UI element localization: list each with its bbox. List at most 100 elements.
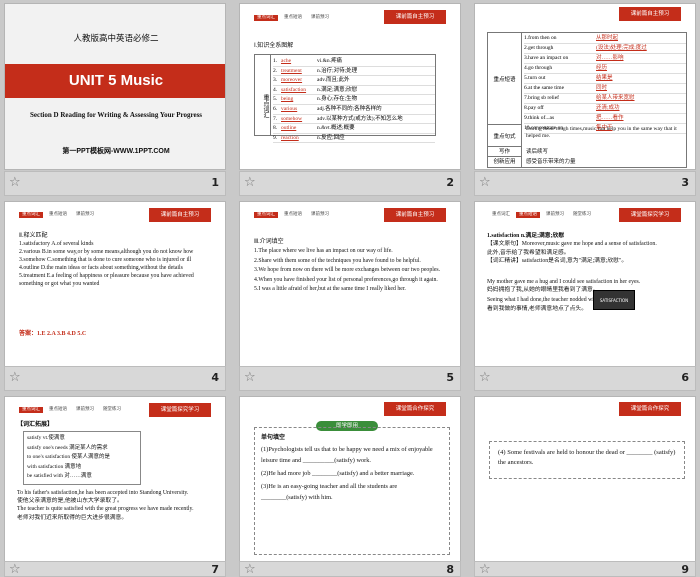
star-icon[interactable]: ☆ — [9, 562, 21, 577]
expansion-item: to one's satisfaction 使某人满意的是 — [27, 454, 111, 460]
phrase-en: 5.turn out — [524, 75, 546, 81]
tab-item: 重点词汇 — [492, 212, 510, 217]
explanation-line: 此外,音乐给了我希望和满足感。 — [487, 249, 570, 256]
vocab-num: 6. — [273, 105, 278, 112]
star-icon[interactable]: ☆ — [479, 175, 491, 190]
vocab-word: being — [281, 96, 294, 103]
phrase-row: 8.pay off 还清;成功 — [524, 104, 686, 114]
star-icon[interactable]: ☆ — [244, 562, 256, 577]
phrase-row: 1.from then on 从那时起 — [524, 34, 686, 44]
phrase-cn: 把……看作 — [596, 115, 624, 121]
slide-1-bar: ☆ 1 — [4, 171, 226, 196]
slide-3-left2: 重点句式 — [488, 125, 522, 147]
expansion-item: be satisfied with 对……满意 — [27, 473, 92, 479]
tab-item: 课前预习 — [311, 15, 329, 20]
explanation-line: My mother gave me a hug and I could see … — [487, 278, 641, 285]
tab-item: 重点词汇 — [19, 407, 43, 413]
blank-item: 3.We hope from now on there will be more… — [254, 267, 441, 273]
match-item: 3.somehow C.something that is done to cu… — [19, 257, 192, 263]
slide-number: 8 — [446, 563, 454, 576]
slide-4-items: 1.satisfactory A.of several kinds 2.vario… — [19, 240, 219, 288]
tab-item: 重点短语 — [516, 212, 540, 218]
slide-2-rows: 1. ache vi.&n.疼痛 2. treatment n.治疗;对待;处理 3. mor… — [273, 57, 435, 144]
slide-tabs: 重点词汇 重点短语 课前预习 随堂练习 — [489, 212, 594, 218]
vocab-word: ache — [281, 58, 292, 64]
slide-3-thumbnail[interactable]: 课前篇自主预习 重点短语 1.from then on 从那时起 2.get thr… — [474, 3, 696, 170]
exercise-item: (2)He had more job ________(satisfy) and… — [261, 470, 415, 478]
slide-9-box: (4) Some festivals are held to honour th… — [489, 441, 685, 479]
explanation-line: 【课文原句】Moreover,music gave me hope and a … — [487, 241, 657, 248]
slide-3-apply: 感受音乐带来的力量 — [526, 159, 576, 165]
tab-item: 重点短语 — [284, 212, 302, 217]
star-icon[interactable]: ☆ — [479, 370, 491, 385]
slide-7-thumbnail[interactable]: 重点词汇 重点短语 课前预习 随堂练习 课堂篇探究学习 【词汇拓展】 satisfy … — [4, 396, 226, 563]
star-icon[interactable]: ☆ — [9, 370, 21, 385]
slide-1-unit-title: UNIT 5 Music — [68, 72, 164, 89]
vocab-word: outline — [281, 125, 297, 132]
tab-item: 重点短语 — [49, 407, 67, 412]
slide-2-bar: ☆ 2 — [239, 171, 461, 196]
slide-2-word-table: 重点词汇 1. ache vi.&n.疼痛 2. treatment n.治疗;对待;处理… — [254, 54, 436, 144]
header-tag: 课堂篇合作探究 — [619, 402, 681, 416]
slide-4-title: Ⅱ.释义匹配 — [19, 233, 48, 239]
vocab-num: 2. — [273, 67, 278, 74]
star-icon[interactable]: ☆ — [9, 175, 21, 190]
tab-item: 重点短语 — [49, 212, 67, 217]
vocab-meaning: adj.各种不同的;各种各样的 — [317, 105, 382, 112]
header-tag: 课堂篇合作探究 — [384, 402, 446, 416]
vocab-row: 2. treatment n.治疗;对待;处理 — [273, 67, 435, 77]
slide-1-thumbnail[interactable]: 人教版高中英语必修二 UNIT 5 Music Section D Readin… — [4, 3, 226, 170]
phrase-cn: 同时 — [596, 85, 608, 91]
slide-tabs: 重点词汇 重点短语 课前预习 — [19, 212, 97, 218]
slide-3-bar: ☆ 3 — [474, 171, 696, 196]
slide-number: 1 — [211, 176, 219, 189]
slide-7-box: satisfy vt.使满意 satisfy one's needs 满足某人的需… — [23, 431, 141, 485]
match-item: 2.various B.in some way,or by some means… — [19, 249, 194, 255]
vocab-row: 1. ache vi.&n.疼痛 — [273, 57, 435, 67]
vocab-row: 5. being n.身心;存在;生物 — [273, 95, 435, 105]
phrase-row: 6.at the same time 同时 — [524, 84, 686, 94]
vocab-row: 8. outline n.&vt.概述;概要 — [273, 124, 435, 134]
explanation-line: 【词汇精讲】satisfaction是名词,意为"满足;满意;欣慰"。 — [487, 258, 628, 265]
phrase-en: 8.pay off — [524, 105, 544, 111]
slide-8-bar: ☆ 8 — [239, 561, 461, 577]
phrase-en: 1.from then on — [524, 35, 557, 41]
vocab-row: 3. moreover adv.而且;此外 — [273, 76, 435, 86]
slide-3-table: 重点短语 1.from then on 从那时起 2.get through (设法)… — [487, 32, 687, 168]
slide-8-thumbnail[interactable]: 课堂篇合作探究 即学即用 单句填空 (1)Psychologists tell … — [239, 396, 461, 563]
star-icon[interactable]: ☆ — [479, 562, 491, 577]
tab-item: 重点词汇 — [254, 212, 278, 218]
slide-6-bar: ☆ 6 — [474, 366, 696, 391]
example-line: To his father's satisfaction,he has been… — [17, 490, 189, 496]
vocab-meaning: vi.&n.疼痛 — [317, 58, 343, 64]
slide-6-thumbnail[interactable]: 重点词汇 重点短语 课前预习 随堂练习 课堂篇探究学习 1.satisfaction … — [474, 201, 696, 368]
slide-7-bar: ☆ 7 — [4, 561, 226, 577]
vocab-num: 9. — [273, 134, 278, 141]
vocab-meaning: n.反应;回应 — [317, 134, 345, 141]
vocab-word: reaction — [281, 134, 299, 141]
slide-1-subtitle: 人教版高中英语必修二 — [73, 33, 159, 43]
slide-3-rows: 1.from then on 从那时起 2.get through (设法)处理;完成… — [524, 34, 686, 134]
tab-item: 课前预习 — [76, 407, 94, 412]
tab-item: 课前预习 — [546, 212, 564, 217]
vocab-num: 4. — [273, 86, 278, 93]
star-icon[interactable]: ☆ — [244, 175, 256, 190]
slide-4-bar: ☆ 4 — [4, 366, 226, 391]
vocab-row: 6. various adj.各种不同的;各种各样的 — [273, 105, 435, 115]
slide-5-thumbnail[interactable]: 重点词汇 重点短语 课前预习 课前篇自主预习 Ⅲ.介词填空 1.The place … — [239, 201, 461, 368]
slide-9-thumbnail[interactable]: 课堂篇合作探究 (4) Some festivals are held to h… — [474, 396, 696, 563]
slide-1-section: Section D Reading for Writing & Assessin… — [29, 111, 203, 119]
phrase-en: 6.at the same time — [524, 85, 565, 91]
slide-number: 5 — [446, 371, 454, 384]
slide-4-thumbnail[interactable]: 重点词汇 重点短语 课前预习 课前篇自主预习 Ⅱ.释义匹配 1.satisfacto… — [4, 201, 226, 368]
star-icon[interactable]: ☆ — [244, 370, 256, 385]
header-tag: 课前篇自主预习 — [384, 10, 446, 24]
phrase-row: 9.think of...as 把……看作 — [524, 114, 686, 124]
match-item: 5.treatment E.a feeling of happiness or … — [19, 273, 194, 287]
vocab-meaning: n.满足;满意;欣慰 — [317, 86, 358, 93]
slide-2-thumbnail[interactable]: 重点词汇 重点短语 课前预习 课前篇自主预习 Ⅰ.知识全系图解 重点词汇 1. ach… — [239, 3, 461, 170]
header-tag: 课前篇自主预习 — [384, 208, 446, 222]
slide-7-title: 【词汇拓展】 — [17, 422, 54, 428]
slide-4-answer: 答案：1.E 2.A 3.B 4.D 5.C — [19, 331, 87, 337]
phrase-cn: 从那时起 — [596, 35, 619, 41]
